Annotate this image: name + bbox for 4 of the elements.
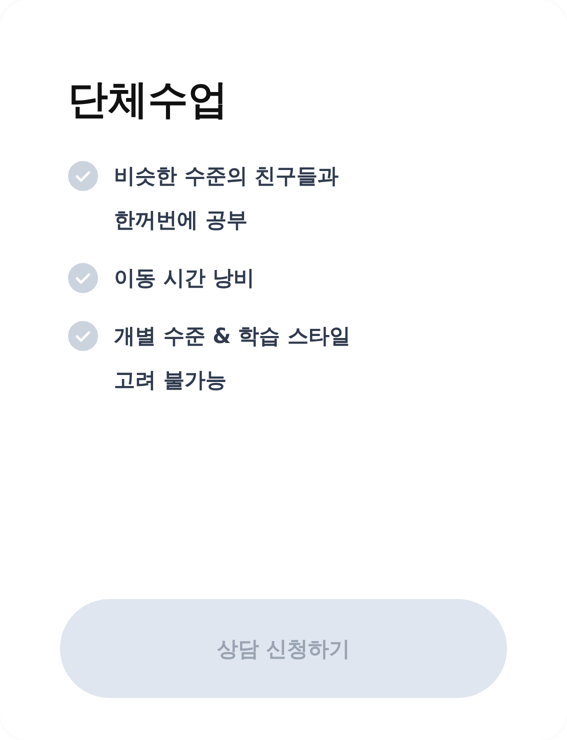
feature-text: 개별 수준 & 학습 스타일 고려 불가능 <box>114 323 351 394</box>
card-title: 단체수업 <box>68 76 229 125</box>
feature-text: 비슷한 수준의 친구들과 한꺼번에 공부 <box>114 163 339 234</box>
feature-text: 이동 시간 낭비 <box>114 265 255 292</box>
